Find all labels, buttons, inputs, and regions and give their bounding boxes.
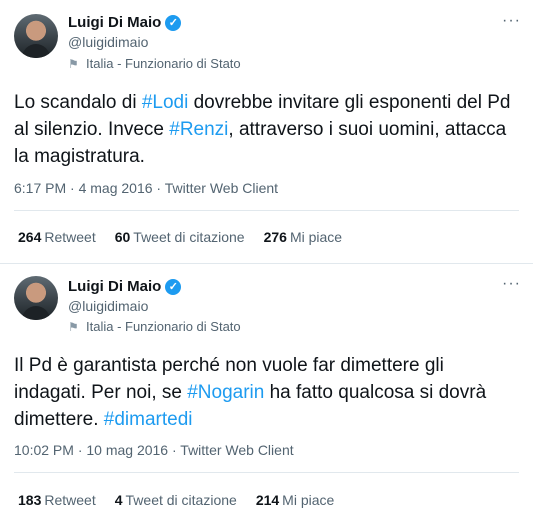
author-name[interactable]: Luigi Di Maio	[68, 278, 161, 295]
divider	[14, 472, 519, 473]
author-handle[interactable]: @luigidimaio	[68, 298, 148, 314]
quote-tweet-count[interactable]: 60 Tweet di citazione	[115, 229, 245, 245]
author-name-row[interactable]: Luigi Di Maio ✓	[68, 14, 182, 31]
verified-badge-icon: ✓	[165, 278, 182, 295]
divider	[14, 210, 519, 211]
location-flag-icon: ⚑	[68, 56, 79, 71]
tweet-timestamp[interactable]: 10:02 PM · 10 mag 2016 · Twitter Web Cli…	[14, 442, 294, 458]
author-name-row[interactable]: Luigi Di Maio ✓	[68, 278, 182, 295]
tweet-text-part: Lo scandalo di	[14, 92, 142, 113]
avatar[interactable]	[14, 14, 58, 58]
hashtag-link[interactable]: #dimartedi	[104, 409, 193, 430]
quote-tweet-count[interactable]: 4 Tweet di citazione	[115, 492, 237, 508]
retweet-count[interactable]: 183 Retweet	[18, 492, 96, 508]
location-label: Italia - Funzionario di Stato	[86, 319, 241, 334]
tweet-text: Il Pd è garantista perché non vuole far …	[14, 352, 519, 433]
tweet-text: Lo scandalo di #Lodi dovrebbe invitare g…	[14, 89, 519, 170]
like-count[interactable]: 214 Mi piace	[256, 492, 335, 508]
tweet-stats: 183 Retweet 4 Tweet di citazione 214 Mi pia…	[18, 492, 334, 508]
location-label: Italia - Funzionario di Stato	[86, 56, 241, 71]
more-options-icon[interactable]: ···	[502, 275, 521, 293]
location: ⚑ Italia - Funzionario di Stato	[68, 56, 241, 71]
hashtag-link[interactable]: #Nogarin	[187, 382, 264, 403]
tweet-stats: 264 Retweet 60 Tweet di citazione 276 Mi pi…	[18, 229, 342, 245]
avatar[interactable]	[14, 276, 58, 320]
location: ⚑ Italia - Funzionario di Stato	[68, 319, 241, 334]
like-count[interactable]: 276 Mi piace	[264, 229, 343, 245]
hashtag-link[interactable]: #Lodi	[142, 92, 189, 113]
retweet-count[interactable]: 264 Retweet	[18, 229, 96, 245]
location-flag-icon: ⚑	[68, 319, 79, 334]
author-handle[interactable]: @luigidimaio	[68, 34, 148, 50]
author-name[interactable]: Luigi Di Maio	[68, 14, 161, 31]
tweet[interactable]: Luigi Di Maio ✓ @luigidimaio ⚑ Italia - …	[0, 0, 533, 263]
more-options-icon[interactable]: ···	[502, 12, 521, 30]
verified-badge-icon: ✓	[165, 14, 182, 31]
tweet[interactable]: Luigi Di Maio ✓ @luigidimaio ⚑ Italia - …	[0, 264, 533, 521]
tweet-timestamp[interactable]: 6:17 PM · 4 mag 2016 · Twitter Web Clien…	[14, 180, 278, 196]
hashtag-link[interactable]: #Renzi	[169, 119, 228, 140]
